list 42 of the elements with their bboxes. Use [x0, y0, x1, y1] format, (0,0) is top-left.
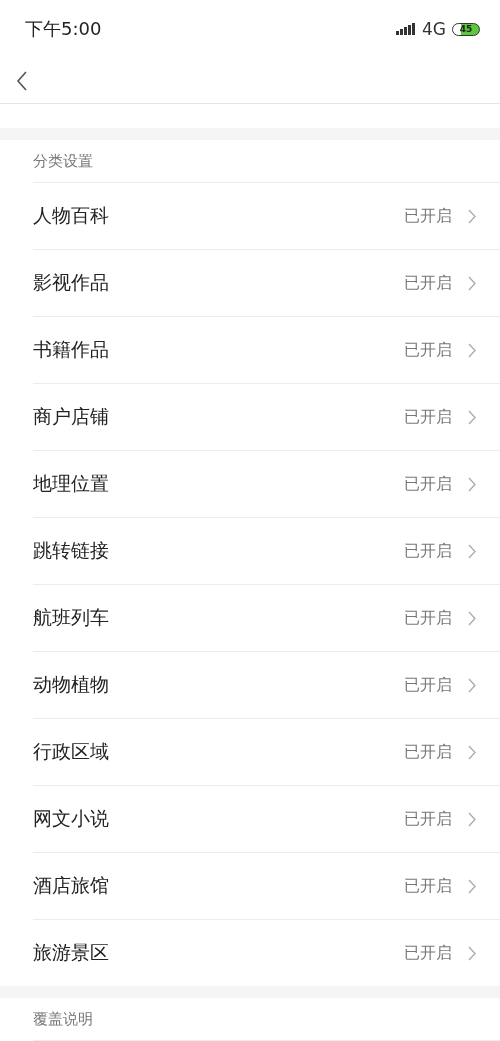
status-text: 已开启	[404, 339, 452, 361]
category-label[interactable]: 地理位置	[33, 471, 404, 497]
chevron-icon[interactable]	[468, 744, 476, 760]
category-label[interactable]: 网文小说	[33, 806, 404, 832]
signal-icon	[396, 23, 416, 35]
chevron-icon[interactable]	[468, 543, 476, 559]
status-text: 已开启	[404, 741, 452, 763]
category-label[interactable]: 影视作品	[33, 270, 404, 296]
section-title: 覆盖说明	[33, 998, 500, 1041]
section-title: 分类设置	[33, 140, 500, 183]
status-text: 已开启	[404, 942, 452, 964]
status-text: 已开启	[404, 205, 452, 227]
status-text: 已开启	[404, 406, 452, 428]
category-label[interactable]: 商户店铺	[33, 404, 404, 430]
category-label[interactable]: 人物百科	[33, 203, 404, 229]
chevron-icon[interactable]	[468, 677, 476, 693]
category-label[interactable]: 旅游景区	[33, 940, 404, 966]
category-label[interactable]: 动物植物	[33, 672, 404, 698]
status-text: 已开启	[404, 473, 452, 495]
category-label[interactable]: 行政区域	[33, 739, 404, 765]
status-text: 已开启	[404, 875, 452, 897]
status-time: 下午5:00	[25, 17, 102, 41]
network-type: 4G	[422, 19, 446, 39]
category-label[interactable]: 航班列车	[33, 605, 404, 631]
chevron-icon[interactable]	[468, 275, 476, 291]
status-text: 已开启	[404, 540, 452, 562]
status-text: 已开启	[404, 272, 452, 294]
chevron-icon[interactable]	[468, 476, 476, 492]
chevron-icon[interactable]	[468, 342, 476, 358]
category-label[interactable]: 酒店旅馆	[33, 873, 404, 899]
category-label[interactable]: 书籍作品	[33, 337, 404, 363]
chevron-icon[interactable]	[468, 208, 476, 224]
status-text: 已开启	[404, 607, 452, 629]
category-label[interactable]: 跳转链接	[33, 538, 404, 564]
chevron-icon[interactable]	[468, 878, 476, 894]
chevron-icon[interactable]	[468, 811, 476, 827]
chevron-icon[interactable]	[468, 945, 476, 961]
back-icon[interactable]	[16, 70, 28, 91]
chevron-icon[interactable]	[468, 409, 476, 425]
status-text: 已开启	[404, 674, 452, 696]
status-text: 已开启	[404, 808, 452, 830]
chevron-icon[interactable]	[468, 610, 476, 626]
